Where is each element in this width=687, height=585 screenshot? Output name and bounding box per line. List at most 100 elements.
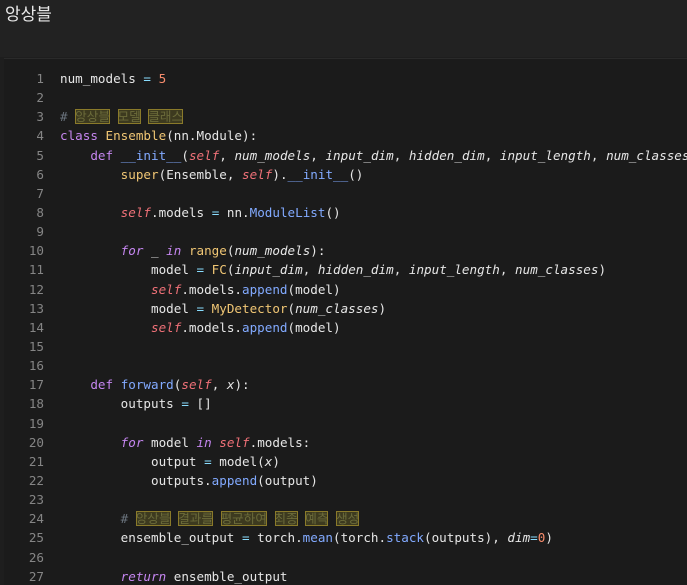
code-line[interactable]: 22 outputs.append(output) bbox=[4, 471, 687, 490]
line-code: # 앙상블 모델 클래스 bbox=[60, 107, 184, 126]
code-line[interactable]: 9 bbox=[4, 222, 687, 241]
line-code: self.models.append(model) bbox=[60, 280, 341, 299]
code-token: .models. bbox=[181, 319, 243, 335]
code-line[interactable]: 2 bbox=[4, 88, 687, 107]
code-token: 5 bbox=[158, 71, 167, 86]
code-token: , bbox=[302, 262, 318, 278]
code-token: , bbox=[484, 147, 500, 163]
code-token: stack bbox=[386, 530, 424, 546]
code-token: , bbox=[393, 147, 409, 163]
code-token: = bbox=[241, 530, 250, 546]
code-token: super bbox=[120, 166, 159, 182]
highlighted-word: 평균하여 bbox=[220, 511, 267, 527]
code-line[interactable]: 20 for model in self.models: bbox=[4, 433, 687, 452]
code-token: FC bbox=[211, 262, 227, 278]
code-line[interactable]: 6 super(Ensemble, self).__init__() bbox=[4, 165, 687, 184]
line-code: model = MyDetector(num_classes) bbox=[60, 299, 386, 318]
highlighted-word: 모델 bbox=[117, 109, 141, 125]
line-number: 3 bbox=[36, 109, 44, 125]
code-line[interactable]: 7 bbox=[4, 184, 687, 203]
code-token: num_classes bbox=[295, 300, 379, 316]
line-number: 7 bbox=[36, 185, 44, 201]
code-line[interactable]: 16 bbox=[4, 356, 687, 375]
code-token: = bbox=[204, 453, 212, 469]
code-token: (outputs), bbox=[424, 530, 508, 546]
code-line[interactable]: 14 self.models.append(model) bbox=[4, 318, 687, 337]
code-token: append bbox=[211, 472, 258, 488]
line-number: 27 bbox=[28, 568, 44, 584]
code-line[interactable]: 18 outputs = [] bbox=[4, 394, 687, 413]
code-token: _ bbox=[143, 243, 167, 259]
code-token: # bbox=[60, 109, 76, 125]
code-line[interactable]: 19 bbox=[4, 414, 687, 433]
code-line[interactable]: 3 # 앙상블 모델 클래스 bbox=[4, 107, 687, 126]
code-token: = bbox=[143, 71, 151, 86]
code-token: = bbox=[196, 262, 205, 278]
line-number: 1 bbox=[36, 71, 44, 86]
title-bar: 앙상블 bbox=[0, 0, 687, 57]
code-token: append bbox=[242, 319, 288, 335]
code-token: [] bbox=[188, 396, 212, 412]
code-line[interactable]: 15 bbox=[4, 337, 687, 356]
line-number: 15 bbox=[28, 338, 44, 354]
code-token: = bbox=[181, 396, 189, 412]
code-line[interactable]: 8 self.models = nn.ModuleList() bbox=[4, 203, 687, 222]
code-token: self bbox=[188, 147, 220, 163]
code-token: num_models bbox=[234, 147, 311, 163]
line-number: 26 bbox=[28, 549, 44, 565]
code-token: () bbox=[348, 166, 364, 182]
code-line[interactable]: 4 class Ensemble(nn.Module): bbox=[4, 126, 687, 145]
code-token: , bbox=[219, 147, 235, 163]
code-line[interactable]: 11 model = FC(input_dim, hidden_dim, inp… bbox=[4, 260, 687, 279]
line-number: 13 bbox=[28, 300, 44, 316]
code-token: ensemble_output bbox=[60, 530, 242, 546]
code-editor[interactable]: 1 num_models = 5 2 3 # 앙상블 모델 클래스 4 class Ense… bbox=[4, 58, 687, 585]
code-line[interactable]: 23 bbox=[4, 490, 687, 509]
code-line[interactable]: 5 def __init__(self, num_models, input_d… bbox=[4, 146, 687, 165]
code-line[interactable]: 26 bbox=[4, 548, 687, 567]
highlighted-word: 생성 bbox=[336, 511, 360, 527]
code-token: input_length bbox=[499, 147, 591, 163]
code-token: # bbox=[120, 511, 136, 527]
line-code: ensemble_output = torch.mean(torch.stack… bbox=[60, 528, 553, 547]
code-token: ( bbox=[287, 300, 296, 316]
code-token: self bbox=[219, 434, 250, 450]
code-line[interactable]: 17 def forward(self, x): bbox=[4, 375, 687, 394]
code-token: ) bbox=[545, 530, 553, 546]
code-token: hidden_dim bbox=[317, 262, 394, 278]
code-line[interactable]: 12 self.models.append(model) bbox=[4, 280, 687, 299]
page-title: 앙상블 bbox=[5, 5, 52, 25]
code-token: input_dim bbox=[234, 262, 303, 278]
code-line[interactable]: 10 for _ in range(num_models): bbox=[4, 241, 687, 260]
code-line[interactable]: 25 ensemble_output = torch.mean(torch.st… bbox=[4, 528, 687, 547]
line-number: 8 bbox=[36, 204, 44, 220]
code-line[interactable]: 24 # 앙상블 결과를 평균하여 최종 예측 생성 bbox=[4, 509, 687, 528]
code-token: MyDetector bbox=[211, 300, 288, 316]
line-number: 2 bbox=[36, 90, 44, 106]
code-token: input_dim bbox=[325, 147, 394, 163]
code-line[interactable]: 27 return ensemble_output bbox=[4, 567, 687, 585]
line-number: 19 bbox=[28, 415, 44, 431]
code-token: return bbox=[120, 568, 167, 584]
code-line[interactable]: 1 num_models = 5 bbox=[4, 69, 687, 88]
code-token: Ensemble, bbox=[166, 166, 243, 182]
line-number: 10 bbox=[28, 243, 44, 259]
code-token: in bbox=[196, 434, 212, 450]
code-token: input_length bbox=[408, 262, 500, 278]
line-code: # 앙상블 결과를 평균하여 최종 예측 생성 bbox=[60, 509, 360, 528]
code-token: (model) bbox=[287, 281, 341, 297]
code-line[interactable]: 21 output = model(x) bbox=[4, 452, 687, 471]
code-line[interactable]: 13 model = MyDetector(num_classes) bbox=[4, 299, 687, 318]
line-code: for model in self.models: bbox=[60, 433, 311, 452]
code-token: , bbox=[499, 262, 516, 278]
highlighted-word: 결과를 bbox=[178, 511, 213, 527]
